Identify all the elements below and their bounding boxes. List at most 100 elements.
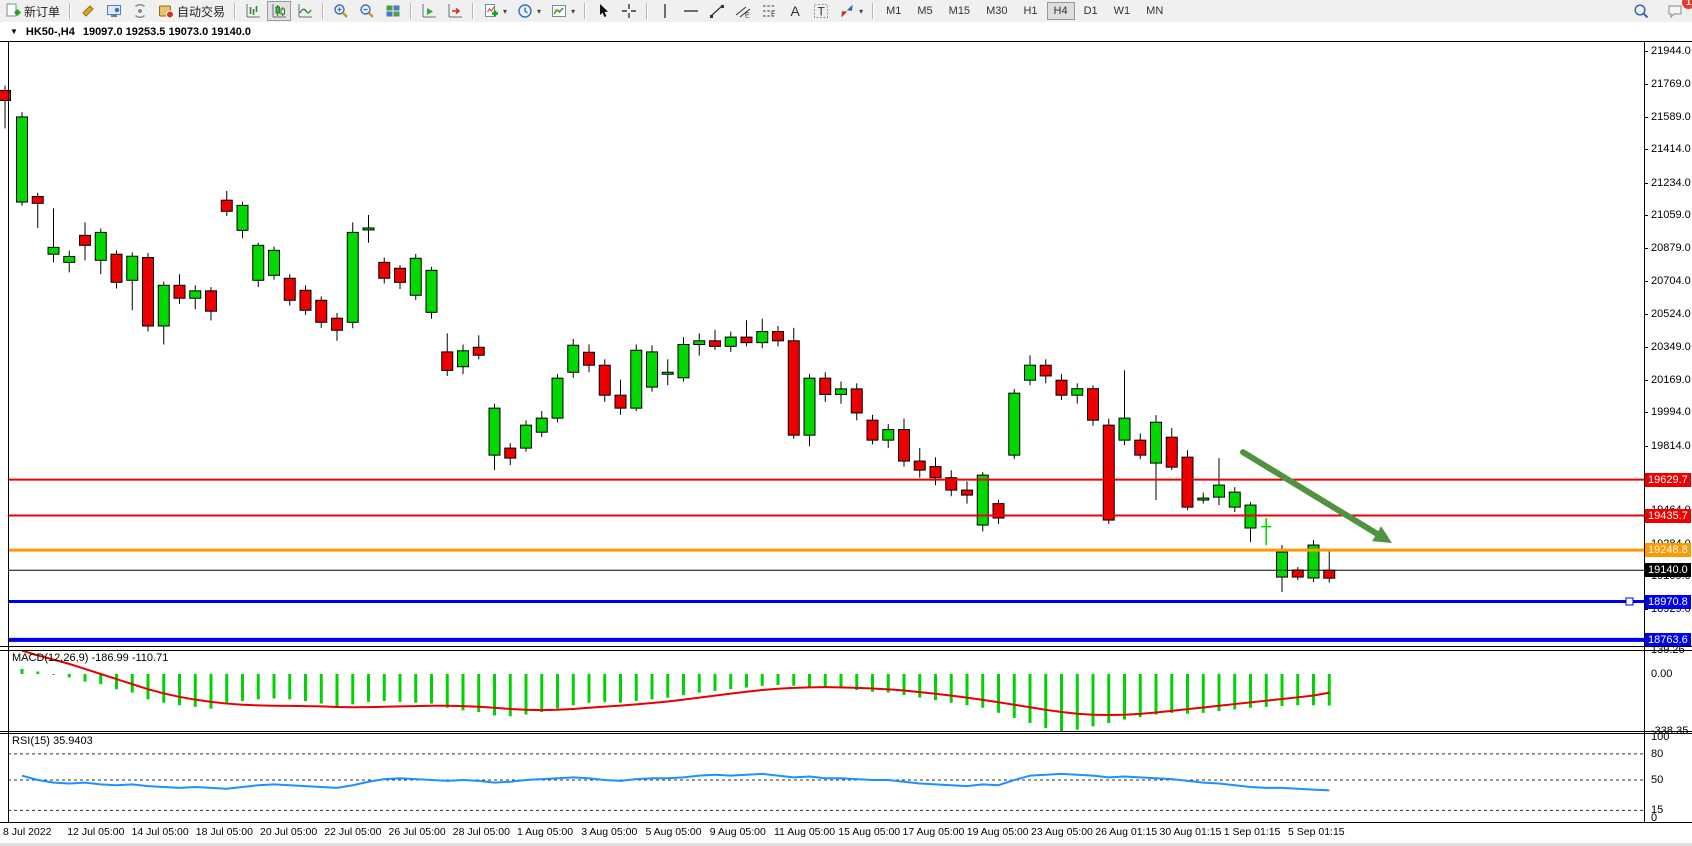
- chart-top-border: [0, 41, 1692, 42]
- cursor-icon: [595, 3, 611, 19]
- candle-body: [426, 270, 437, 312]
- price-level-label[interactable]: 19140.0: [1645, 563, 1691, 577]
- price-level-label[interactable]: 18970.8: [1645, 595, 1691, 609]
- timeframe-m5[interactable]: M5: [910, 2, 939, 20]
- macd-panel[interactable]: [0, 650, 1692, 731]
- trendline-button[interactable]: [705, 1, 729, 21]
- time-axis-label: 28 Jul 05:00: [453, 826, 510, 838]
- candle-body: [237, 205, 248, 230]
- candle-body: [615, 395, 626, 408]
- candle-body: [914, 461, 925, 470]
- autotrading-button[interactable]: 自动交易: [154, 1, 229, 22]
- time-axis-label: 18 Jul 05:00: [196, 826, 253, 838]
- time-axis-label: 15 Aug 05:00: [838, 826, 900, 838]
- trend-arrow[interactable]: [1243, 452, 1384, 538]
- timeframe-w1[interactable]: W1: [1107, 2, 1138, 20]
- candle-body: [725, 337, 736, 346]
- time-axis-label: 3 Aug 05:00: [581, 826, 637, 838]
- periods-button[interactable]: ▾: [513, 1, 545, 21]
- chart-shift-button[interactable]: [443, 1, 467, 21]
- rsi-panel[interactable]: [0, 733, 1692, 822]
- time-axis[interactable]: 8 Jul 202212 Jul 05:0014 Jul 05:0018 Jul…: [0, 822, 1692, 842]
- candle-body: [804, 378, 815, 435]
- candle-body: [316, 300, 327, 322]
- macd-rsi-separator[interactable]: [0, 731, 1692, 732]
- price-level-label[interactable]: 19629.7: [1645, 473, 1691, 487]
- price-level-label[interactable]: 18763.6: [1645, 633, 1691, 647]
- auto-scroll-button[interactable]: [417, 1, 441, 21]
- svg-text:E: E: [745, 13, 750, 20]
- vline-icon: [657, 3, 673, 19]
- text-label-button[interactable]: T: [809, 1, 833, 21]
- chart-ohlc-values: 19097.0 19253.5 19073.0 19140.0: [83, 26, 251, 38]
- new-order-button[interactable]: 新订单: [1, 1, 64, 22]
- time-axis-label: 30 Aug 01:15: [1160, 826, 1222, 838]
- vertical-line-button[interactable]: [653, 1, 677, 21]
- time-axis-label: 14 Jul 05:00: [132, 826, 189, 838]
- text-button[interactable]: A: [783, 1, 807, 21]
- timeframe-d1[interactable]: D1: [1077, 2, 1105, 20]
- candle-body: [174, 285, 185, 298]
- price-level-label[interactable]: 19248.8: [1645, 543, 1691, 557]
- candle-body: [32, 196, 43, 203]
- candle-body: [95, 232, 106, 260]
- timeframe-mn[interactable]: MN: [1139, 2, 1170, 20]
- candle-body: [788, 341, 799, 435]
- toolbar-group: [328, 0, 406, 22]
- time-axis-label: 26 Jul 05:00: [389, 826, 446, 838]
- text-a-icon: A: [787, 3, 803, 19]
- time-axis-label: 5 Sep 01:15: [1288, 826, 1345, 838]
- main-chart[interactable]: [0, 42, 1692, 646]
- price-level-label[interactable]: 19435.7: [1645, 509, 1691, 523]
- price-tick: 21769.0: [1651, 78, 1691, 90]
- timeframe-h1[interactable]: H1: [1016, 2, 1044, 20]
- candle-body: [442, 352, 453, 371]
- timeframe-h4[interactable]: H4: [1047, 2, 1075, 20]
- time-axis-label: 9 Aug 05:00: [710, 826, 766, 838]
- timeframe-m1[interactable]: M1: [879, 2, 908, 20]
- arrows-icon: [839, 3, 855, 19]
- horizontal-line-button[interactable]: [679, 1, 703, 21]
- cursor-button[interactable]: [591, 1, 615, 21]
- candle-body: [284, 278, 295, 300]
- candle-body: [757, 332, 768, 343]
- candle-body: [1025, 365, 1036, 380]
- arrows-button[interactable]: ▾: [835, 1, 867, 21]
- candle-body: [1214, 485, 1225, 497]
- zoom-in-button[interactable]: [329, 1, 353, 21]
- candle-body: [1135, 440, 1146, 455]
- rsi-axis-tick: 50: [1651, 774, 1663, 786]
- bar-chart-button[interactable]: [241, 1, 265, 21]
- candle-body: [1182, 457, 1193, 507]
- clock-icon: [517, 3, 533, 19]
- timeframe-m30[interactable]: M30: [979, 2, 1014, 20]
- indicators-button[interactable]: ▾: [479, 1, 511, 21]
- templates-button[interactable]: ▾: [547, 1, 579, 21]
- crosshair-button[interactable]: [617, 1, 641, 21]
- price-axis[interactable]: 21944.021769.021589.021414.021234.021059…: [1644, 22, 1692, 822]
- toolbar-group: 自动交易: [75, 0, 230, 22]
- tile-windows-button[interactable]: [381, 1, 405, 21]
- toolbar-separator: [872, 3, 874, 19]
- candlestick-chart-button[interactable]: [267, 1, 291, 21]
- gold-tool-icon: [80, 3, 96, 19]
- candle-body: [568, 345, 579, 372]
- text-t-icon: T: [813, 3, 829, 19]
- signals-button[interactable]: [128, 1, 152, 21]
- line-handle[interactable]: [1626, 598, 1633, 605]
- candle-body: [1072, 389, 1083, 395]
- toolbar-group: ▾▾▾: [478, 0, 580, 22]
- candle-body: [458, 351, 469, 367]
- zoom-out-button[interactable]: [355, 1, 379, 21]
- candle-body: [363, 228, 374, 230]
- timeframe-m15[interactable]: M15: [942, 2, 977, 20]
- equidistant-channel-button[interactable]: E: [731, 1, 755, 21]
- market-watch-button[interactable]: [76, 1, 100, 21]
- fibonacci-button[interactable]: F: [757, 1, 781, 21]
- search-button[interactable]: [1629, 1, 1653, 21]
- candle-body: [17, 117, 28, 202]
- navigator-button[interactable]: [102, 1, 126, 21]
- line-chart-button[interactable]: [293, 1, 317, 21]
- chevron-down-icon[interactable]: ▼: [10, 27, 18, 36]
- main-macd-separator[interactable]: [0, 646, 1692, 647]
